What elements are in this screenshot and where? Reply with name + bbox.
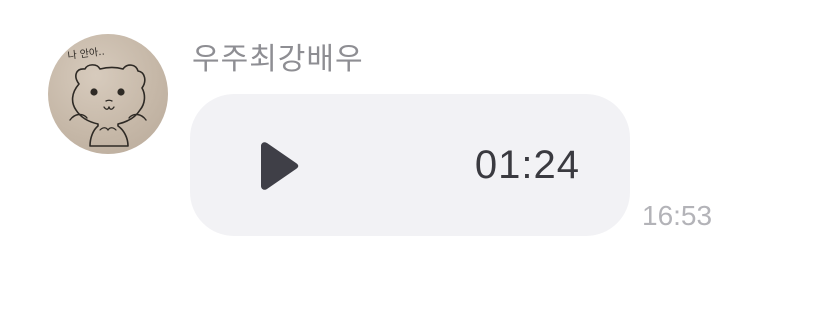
voice-duration: 01:24 (474, 143, 580, 187)
message-timestamp: 16:53 (642, 200, 713, 231)
sender-name: 우주최강배우 (192, 42, 364, 77)
avatar[interactable]: 나 안아.. (48, 34, 168, 154)
avatar-caption: 나 안아.. (67, 46, 105, 62)
play-icon (261, 142, 299, 190)
play-button[interactable] (250, 136, 320, 196)
bear-drawing-avatar: 나 안아.. (67, 46, 147, 147)
